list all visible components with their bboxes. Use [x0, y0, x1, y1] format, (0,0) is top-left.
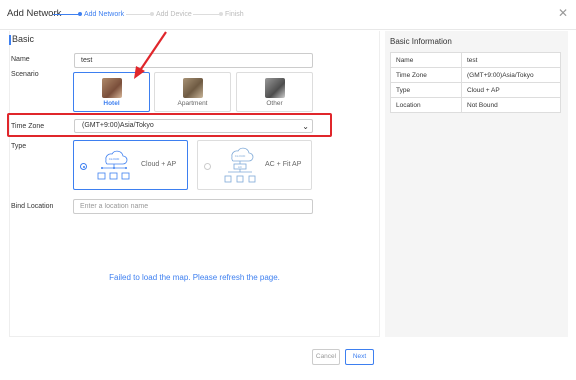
step-dot [150, 12, 154, 16]
info-key: Location [390, 97, 462, 113]
type-cloud-ap-radio[interactable] [80, 163, 87, 170]
name-label: Name [11, 56, 30, 63]
map-error-message: Failed to load the map. Please refresh t… [109, 273, 280, 282]
info-table: Name test Time Zone (GMT+9:00)Asia/Tokyo… [390, 52, 561, 113]
location-input[interactable] [73, 199, 313, 214]
info-value: test [461, 52, 561, 68]
next-button[interactable]: Next [345, 349, 374, 365]
scenario-other-label: Other [266, 100, 283, 107]
step-connector [126, 14, 151, 15]
other-image [265, 78, 285, 98]
info-key: Time Zone [390, 67, 462, 83]
apartment-image [183, 78, 203, 98]
type-ac-fit-ap[interactable]: CLOUD AC AC + Fit AP [197, 140, 312, 190]
step-add-network: Add Network [84, 11, 125, 18]
info-value: Cloud + AP [461, 82, 561, 98]
scenario-other[interactable]: Other [236, 72, 313, 112]
scenario-apartment-label: Apartment [177, 100, 208, 107]
type-ac-fit-ap-label: AC + Fit AP [265, 161, 302, 168]
cancel-button[interactable]: Cancel [312, 349, 340, 365]
info-value: Not Bound [461, 97, 561, 113]
info-value: (GMT+9:00)Asia/Tokyo [461, 67, 561, 83]
annotation-arrow [134, 31, 167, 79]
ac-fit-ap-cloud-text: CLOUD [235, 154, 246, 158]
name-input[interactable] [74, 53, 313, 68]
step-finish: Finish [225, 11, 244, 18]
step-add-device: Add Device [156, 11, 192, 18]
section-title: Basic [12, 34, 35, 44]
dialog-header: Add Network Add Network Add Device Finis… [0, 0, 576, 30]
cloud-ap-icon: CLOUD [97, 150, 130, 180]
type-label: Type [11, 143, 27, 150]
info-key: Type [390, 82, 462, 98]
close-icon[interactable]: ✕ [558, 6, 568, 20]
table-row: Type Cloud + AP [390, 82, 561, 98]
table-row: Time Zone (GMT+9:00)Asia/Tokyo [390, 67, 561, 83]
step-connector [193, 14, 220, 15]
scenario-hotel-label: Hotel [103, 100, 120, 107]
step-dot [219, 12, 223, 16]
hotel-image [102, 78, 122, 98]
step-connector [53, 14, 79, 15]
bind-location-label: Bind Location [11, 203, 54, 210]
wizard-steps: Add Network Add Device Finish [53, 11, 283, 21]
ac-fit-ap-icon: CLOUD AC [224, 147, 256, 183]
section-marker [9, 35, 11, 45]
info-key: Name [390, 52, 462, 68]
type-cloud-ap[interactable]: CLOUD Cloud + AP [73, 140, 188, 190]
step-dot-active [78, 12, 82, 16]
table-row: Name test [390, 52, 561, 68]
info-title: Basic Information [390, 37, 452, 46]
type-ac-fit-ap-radio[interactable] [204, 163, 211, 170]
table-row: Location Not Bound [390, 97, 561, 113]
ac-fit-ap-ac-text: AC [238, 165, 243, 169]
scenario-label: Scenario [11, 71, 39, 78]
type-cloud-ap-label: Cloud + AP [141, 161, 177, 168]
cloud-ap-cloud-text: CLOUD [109, 157, 120, 161]
timezone-highlight-box [7, 113, 332, 137]
